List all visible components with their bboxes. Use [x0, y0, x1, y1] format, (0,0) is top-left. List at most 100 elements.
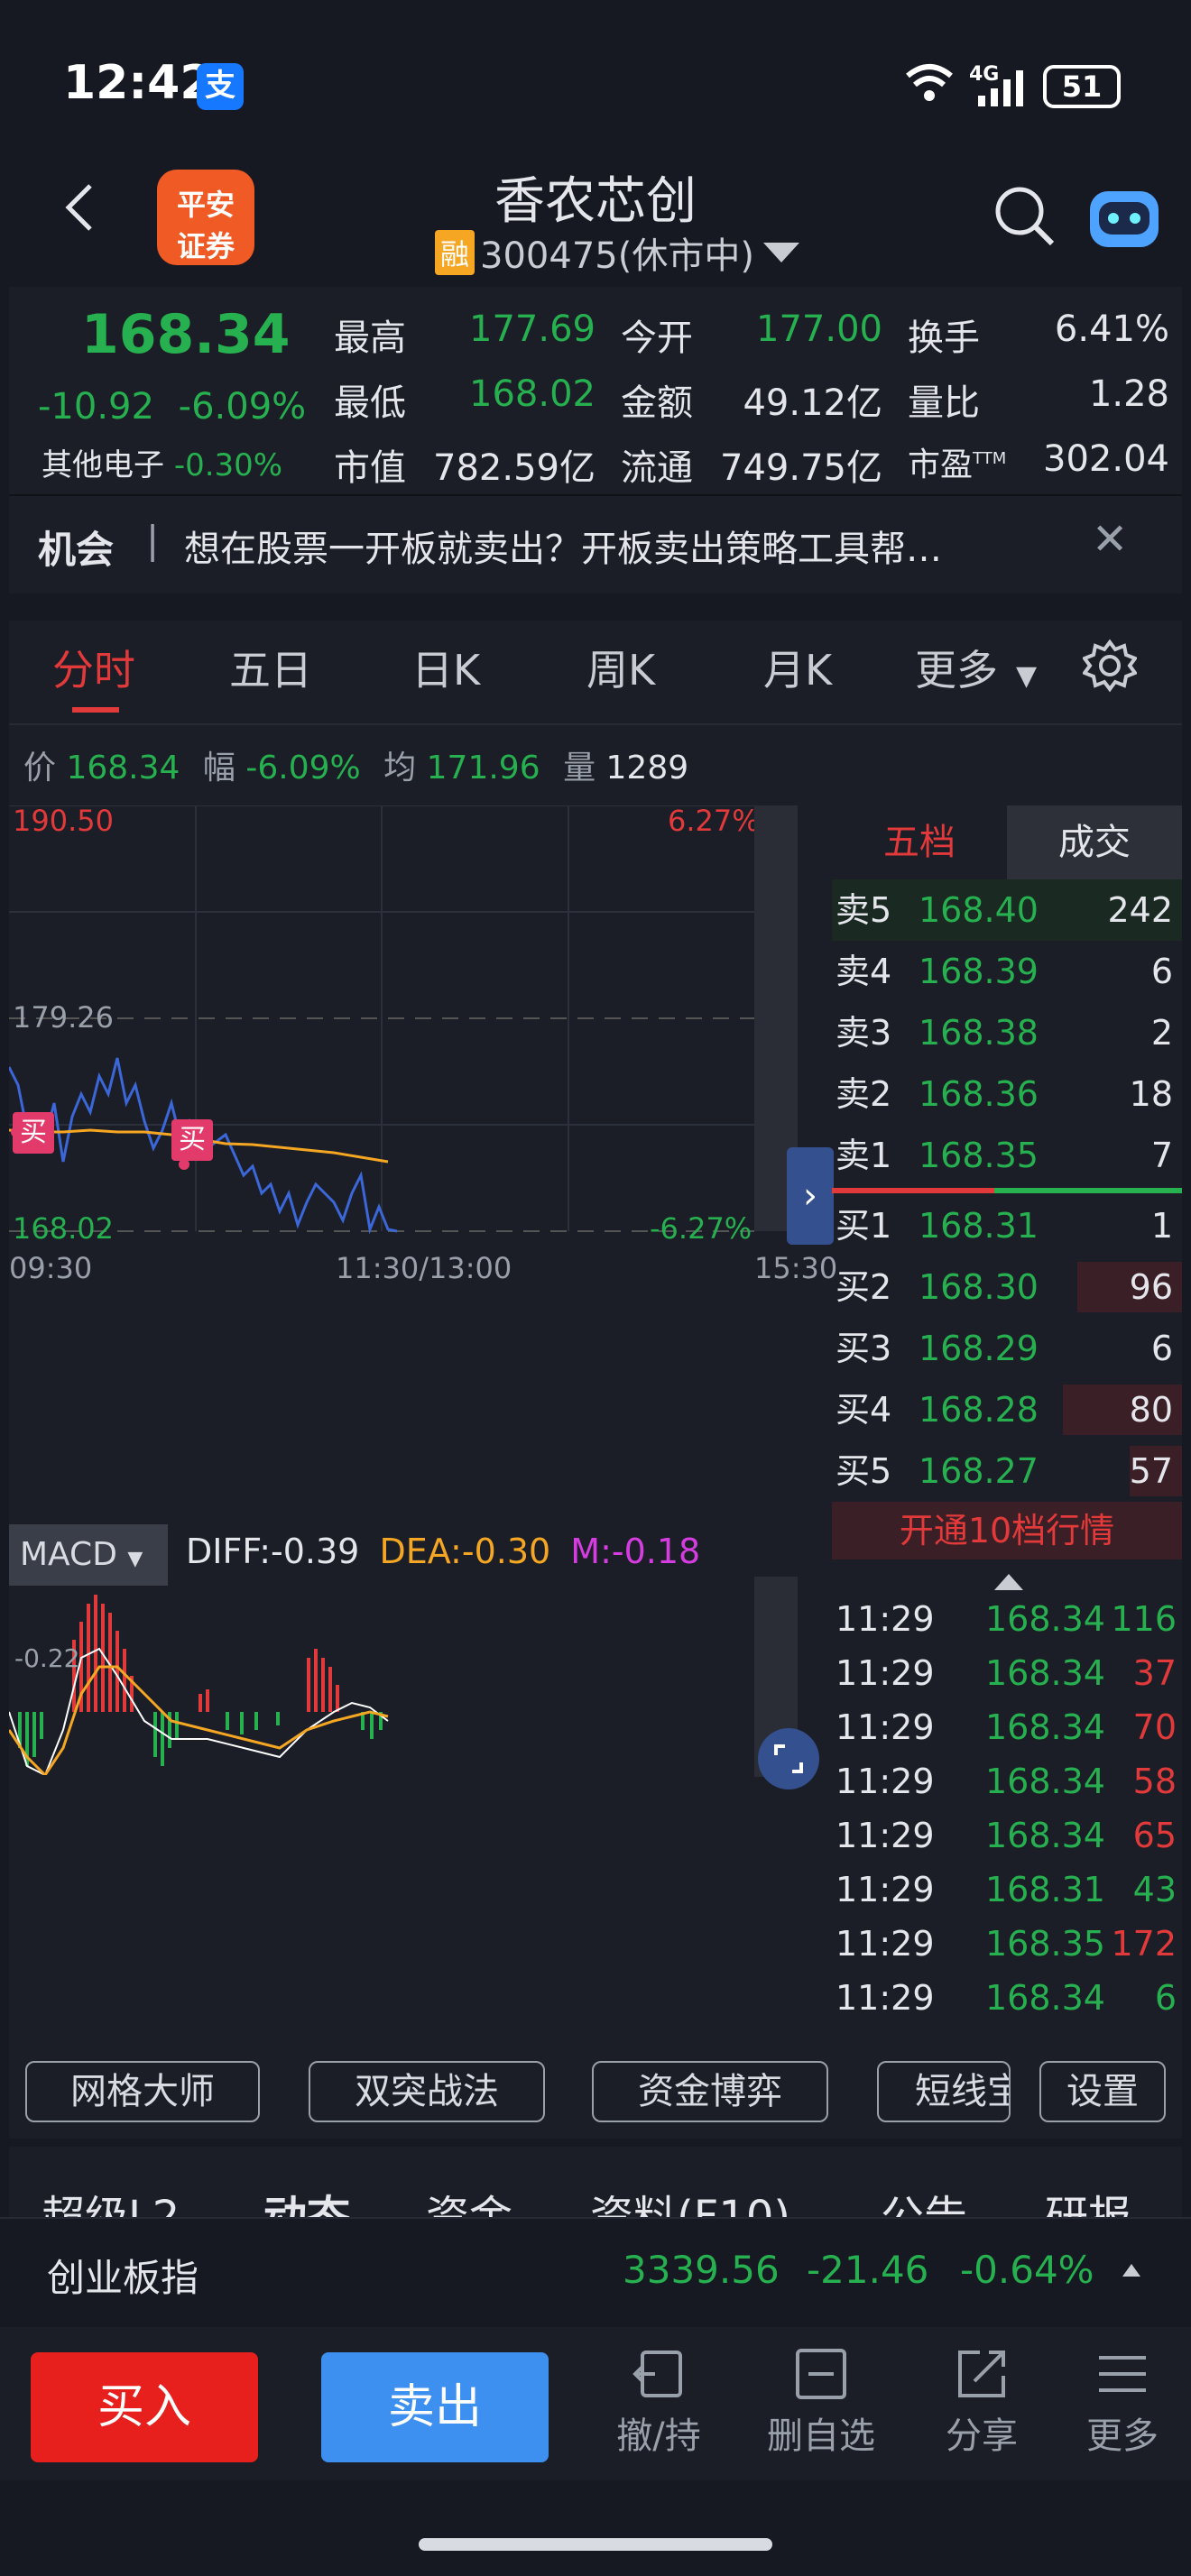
share-icon — [958, 2351, 1005, 2397]
logo-line2: 证券 — [176, 229, 235, 263]
stock-code-selector[interactable]: 融 300475(休市中) — [435, 229, 801, 277]
last-price: 168.34 — [81, 303, 291, 366]
broker-logo: 平安 证券 — [157, 170, 254, 265]
macd-diff: DIFF:-0.39 — [186, 1532, 360, 1571]
capital-game-button[interactable]: 资金博弈 — [592, 2061, 828, 2122]
tab-announcements[interactable]: 公告 — [881, 2181, 967, 2217]
cell-value-turnover: 6.41% — [1054, 308, 1169, 350]
ask-row: 卖4 168.39 6 — [836, 952, 1173, 991]
upgrade-l2-button[interactable]: 开通10档行情 — [832, 1502, 1182, 1559]
cell-value-pe: 302.04 — [1043, 438, 1169, 480]
chevron-up-icon[interactable] — [1122, 2264, 1140, 2277]
change-pct: -6.09% — [178, 386, 307, 428]
index-change: -21.46 — [807, 2248, 929, 2292]
ask-row: 卖1 168.35 7 — [836, 1136, 1173, 1175]
tab-capital[interactable]: 资金 — [426, 2181, 512, 2217]
tab-day-k[interactable]: 日K — [411, 621, 480, 720]
y-axis-bottom: 168.02 — [13, 1211, 114, 1246]
more-menu-icon — [1099, 2356, 1146, 2392]
tab-research[interactable]: 研报 — [1045, 2181, 1131, 2217]
y-axis-top-pct: 6.27% — [668, 804, 760, 838]
back-button[interactable] — [58, 180, 103, 235]
index-name: 创业板指 — [47, 2256, 199, 2300]
y-axis-top: 190.50 — [13, 804, 114, 838]
short-term-button[interactable]: 短线宝 — [877, 2061, 1011, 2122]
price-change: -10.92 -6.09% — [38, 386, 306, 428]
macd-dea: DEA:-0.30 — [379, 1532, 551, 1571]
remove-watch-icon — [796, 2349, 846, 2399]
ask-row: 卖3 168.38 2 — [836, 1013, 1173, 1053]
macd-chart[interactable]: -0.22 — [7, 1595, 754, 1778]
tab-intraday[interactable]: 分时 — [52, 621, 135, 720]
more-button[interactable]: 更多 — [1059, 2345, 1186, 2471]
more-label: 更多 — [1086, 2415, 1159, 2457]
indicator-selector[interactable]: MACD ▼ — [9, 1524, 168, 1586]
fullscreen-icon[interactable] — [758, 1728, 819, 1789]
scroll-up-icon[interactable] — [994, 1574, 1023, 1590]
tab-trades[interactable]: 成交 — [1007, 805, 1182, 879]
tab-more[interactable]: 更多 ▼ — [915, 621, 1037, 720]
double-breakout-button[interactable]: 双突战法 — [309, 2061, 545, 2122]
settings-gear-icon[interactable] — [1081, 639, 1139, 693]
close-icon[interactable]: ✕ — [1092, 514, 1128, 565]
stock-title: 香农芯创 — [494, 172, 697, 231]
bid-ratio-bar — [832, 1188, 994, 1193]
search-icon[interactable] — [992, 184, 1056, 247]
tab-super-l2[interactable]: 超级L2 — [42, 2181, 180, 2217]
buy-button[interactable]: 买入 — [31, 2352, 258, 2462]
cancel-order-icon — [632, 2351, 682, 2397]
tab-news[interactable]: 动态 — [263, 2181, 350, 2217]
trade-row: 11:29 168.34 6 — [836, 1978, 1177, 2018]
cancel-hold-button[interactable]: 撤/持 — [596, 2345, 722, 2471]
margin-tag: 融 — [435, 230, 475, 275]
quote-grid: 最高 177.69 今开 177.00 换手 6.41% 最低 168.02 金… — [334, 299, 1182, 494]
trade-row: 11:29 168.34 65 — [836, 1816, 1177, 1855]
ask-row: 卖5 168.40 242 — [832, 879, 1182, 941]
trade-list-cont: 11:29 168.34 58 11:29 168.34 65 11:29 168.31 4… — [832, 1754, 1182, 2025]
index-ticker[interactable]: 创业板指 3339.56 -21.46 -0.64% — [0, 2217, 1191, 2322]
expand-chevron-icon[interactable]: › — [787, 1147, 834, 1245]
robot-assistant-icon[interactable] — [1086, 182, 1162, 254]
bid-row: 买2 168.30 96 — [832, 1256, 1182, 1318]
sell-button[interactable]: 卖出 — [321, 2352, 549, 2462]
info-avg: 171.96 — [426, 750, 540, 787]
ask-ratio-bar — [994, 1188, 1182, 1193]
info-amp: -6.09% — [245, 750, 361, 787]
intraday-chart[interactable]: 买 买 190.50 6.27% 179.26 168.02 -6.27% 09… — [7, 804, 837, 1311]
sector-info[interactable]: 其他电子 -0.30% — [42, 440, 282, 484]
bid-row: 买1 168.31 1 — [836, 1206, 1173, 1246]
tab-month-k[interactable]: 月K — [763, 621, 832, 720]
x-axis-close: 15:30 — [754, 1251, 838, 1285]
tools-settings-button[interactable]: 设置 — [1039, 2061, 1166, 2122]
alipay-icon: 支 — [197, 63, 244, 110]
info-price: 168.34 — [66, 750, 180, 787]
tab-five-levels[interactable]: 五档 — [832, 805, 1007, 879]
opportunity-banner[interactable]: 机会 | 想在股票一开板就卖出？开板卖出策略工具帮… ✕ — [9, 494, 1182, 593]
trade-row: 11:29 168.34 58 — [836, 1762, 1177, 1801]
y-axis-bottom-pct: -6.27% — [650, 1211, 752, 1246]
tab-five-day[interactable]: 五日 — [229, 621, 312, 720]
cell-value-low: 168.02 — [469, 373, 596, 415]
cell-value-mktcap: 782.59亿 — [433, 447, 596, 489]
index-pct: -0.64% — [960, 2248, 1094, 2292]
grid-master-button[interactable]: 网格大师 — [25, 2061, 260, 2122]
macd-m: M:-0.18 — [570, 1532, 701, 1571]
index-value: 3339.56 — [623, 2248, 780, 2292]
buy-marker[interactable]: 买 — [13, 1112, 54, 1154]
banner-tag: 机会 — [38, 528, 115, 572]
cell-value-volratio: 1.28 — [1088, 373, 1169, 415]
remove-watchlist-button[interactable]: 删自选 — [758, 2345, 884, 2471]
active-tab-indicator — [72, 707, 119, 713]
change-value: -10.92 — [38, 386, 154, 428]
buy-marker[interactable]: 买 — [171, 1119, 213, 1161]
chart-panel: 分时 五日 日K 周K 月K 更多 ▼ 价 168.34 幅 -6.09% 均 1… — [7, 621, 1182, 2139]
home-indicator — [419, 2538, 772, 2551]
tab-f10[interactable]: 资料(F10) — [590, 2181, 790, 2217]
info-vol: 1289 — [605, 750, 689, 787]
logo-line1: 平安 — [176, 188, 235, 222]
share-button[interactable]: 分享 — [919, 2345, 1045, 2471]
trade-row: 11:29 168.34 116 — [836, 1599, 1177, 1639]
tab-week-k[interactable]: 周K — [586, 621, 655, 720]
bid-row: 买5 168.27 57 — [832, 1440, 1182, 1502]
share-label: 分享 — [946, 2415, 1018, 2457]
